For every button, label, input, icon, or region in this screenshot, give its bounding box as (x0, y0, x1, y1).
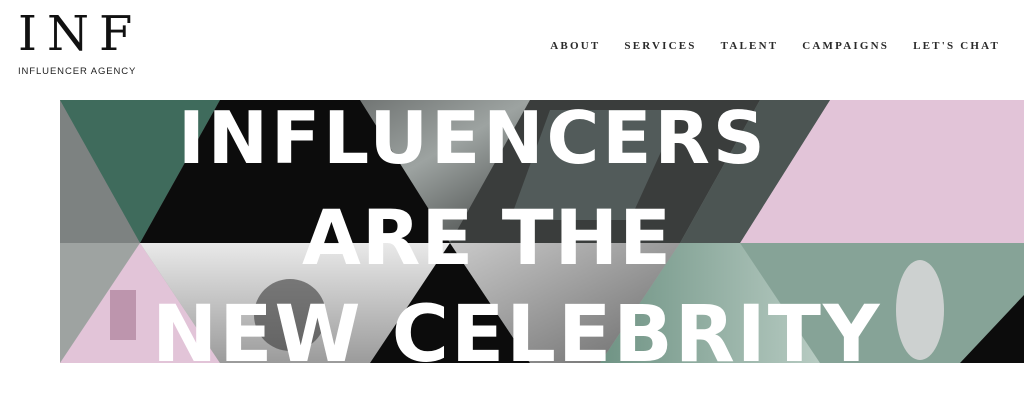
hero-collage (60, 100, 1024, 363)
main-nav: ABOUT SERVICES TALENT CAMPAIGNS LET'S CH… (538, 40, 1012, 52)
nav-item-talent[interactable]: TALENT (709, 40, 791, 52)
logo-mark: INF (18, 6, 143, 62)
nav-item-campaigns[interactable]: CAMPAIGNS (790, 40, 901, 52)
nav-item-services[interactable]: SERVICES (612, 40, 708, 52)
hand-photo (896, 260, 944, 360)
site-header: INF INFLUENCER AGENCY ABOUT SERVICES TAL… (0, 0, 1024, 96)
blurred-subject (254, 279, 326, 351)
room-shelf (110, 290, 136, 340)
nav-item-about[interactable]: ABOUT (538, 40, 612, 52)
hero-banner: INFLUENCERS ARE THE NEW CELEBRITY (60, 100, 1024, 363)
brand-logo[interactable]: INF INFLUENCER AGENCY (18, 8, 142, 77)
logo-tagline: INFLUENCER AGENCY (18, 66, 137, 77)
nav-item-lets-chat[interactable]: LET'S CHAT (901, 40, 1012, 52)
